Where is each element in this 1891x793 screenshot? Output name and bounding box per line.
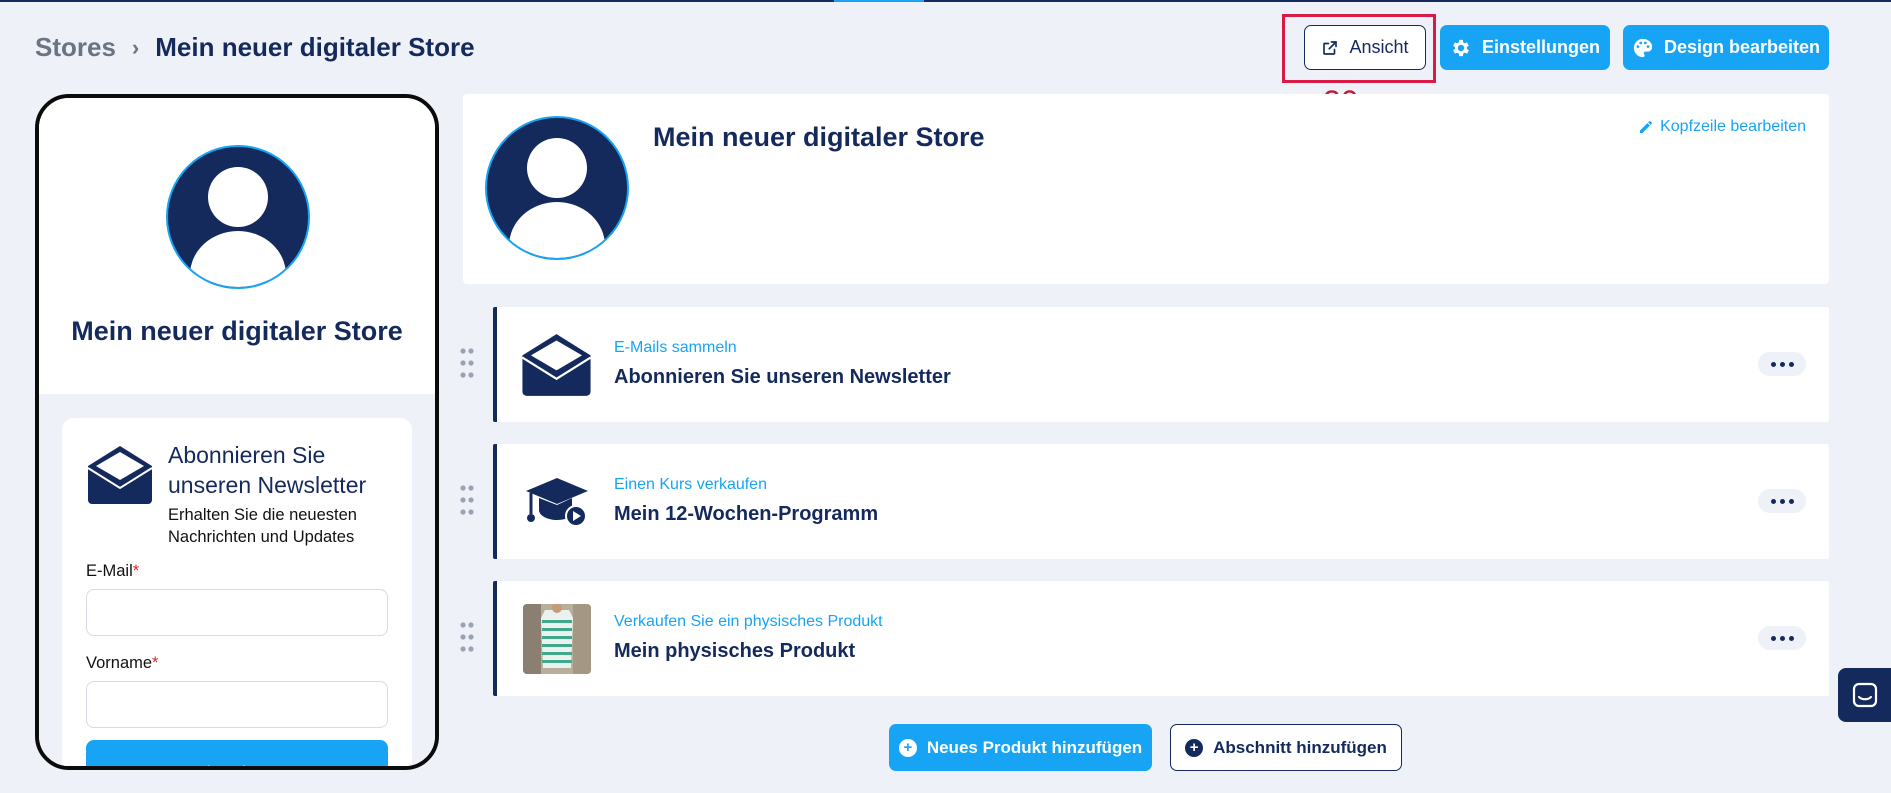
section-row-physical-product[interactable]: Verkaufen Sie ein physisches Produkt Mei… [460,581,1829,696]
top-progress-line [0,0,1891,2]
plus-circle-icon: + [1185,738,1204,757]
breadcrumb: Stores › Mein neuer digitaler Store [35,32,475,63]
vorname-label: Vorname* [86,654,159,672]
breadcrumb-separator: › [131,34,140,60]
section-row-newsletter[interactable]: E-Mails sammeln Abonnieren Sie unseren N… [460,307,1829,422]
section-title: Mein physisches Produkt [614,640,856,662]
palette-icon [1633,38,1653,57]
store-title: Mein neuer digitaler Store [653,122,985,152]
envelope-open-icon [87,446,153,504]
breadcrumb-current: Mein neuer digitaler Store [155,32,475,62]
store-header-card: Mein neuer digitaler Store Kopfzeile bea… [463,94,1829,284]
section-title: Mein 12-Wochen-Programm [614,503,879,525]
product-image [522,604,591,674]
newsletter-subtitle: Erhalten Sie die neuesten Nachrichten un… [168,506,357,546]
preview-header: Mein neuer digitaler Store [39,98,435,394]
top-progress-accent [834,0,924,2]
drag-handle-icon[interactable] [459,484,475,516]
add-product-label: Neues Produkt hinzufügen [926,737,1143,757]
chat-widget-button[interactable] [1838,668,1891,722]
more-options-button[interactable] [1758,489,1806,513]
email-field[interactable] [86,589,388,636]
add-section-label: Abschnitt hinzufügen [1213,737,1387,757]
kopfzeile-bearbeiten-label: Kopfzeile bearbeiten [1660,118,1806,135]
preview-body: Abonnieren Sie unseren Newsletter Erhalt… [39,394,435,766]
chat-icon [1852,682,1877,708]
section-title: Abonnieren Sie unseren Newsletter [614,366,951,388]
graduation-cap-icon [525,478,588,527]
newsletter-card: Abonnieren Sie unseren Newsletter Erhalt… [62,418,412,766]
kopfzeile-bearbeiten-link[interactable]: Kopfzeile bearbeiten [1638,118,1806,136]
design-bearbeiten-label: Design bearbeiten [1663,37,1821,57]
newsletter-title: Abonnieren Sie unseren Newsletter [168,442,367,498]
avatar-icon [166,145,310,289]
mobile-preview: Mein neuer digitaler Store Abonnieren Si… [35,94,439,770]
more-options-button[interactable] [1758,352,1806,376]
section-type-label: Einen Kurs verkaufen [614,476,767,493]
gear-icon [1453,39,1469,56]
avatar-icon [485,116,629,260]
envelope-open-icon [521,334,592,396]
preview-store-title: Mein neuer digitaler Store [71,316,403,346]
add-product-button[interactable]: + Neues Produkt hinzufügen [889,724,1152,771]
drag-handle-icon[interactable] [459,347,475,379]
breadcrumb-stores-link[interactable]: Stores [35,32,116,63]
design-bearbeiten-button[interactable]: Design bearbeiten [1623,25,1829,70]
email-label: E-Mail* [86,562,140,580]
einstellungen-button[interactable]: Einstellungen [1440,25,1610,70]
pencil-icon [1640,121,1653,133]
plus-circle-icon: + [898,738,917,757]
more-options-button[interactable] [1758,626,1806,650]
section-row-course[interactable]: Einen Kurs verkaufen Mein 12-Wochen-Prog… [460,444,1829,559]
vorname-field[interactable] [86,681,388,728]
add-section-button[interactable]: + Abschnitt hinzufügen [1170,724,1402,771]
section-type-label: E-Mails sammeln [614,339,737,356]
einstellungen-label: Einstellungen [1481,37,1600,57]
drag-handle-icon[interactable] [459,621,475,653]
abonnieren-button[interactable]: Abonnieren [86,740,388,766]
annotation-highlight-box [1282,14,1436,83]
section-type-label: Verkaufen Sie ein physisches Produkt [614,613,883,630]
